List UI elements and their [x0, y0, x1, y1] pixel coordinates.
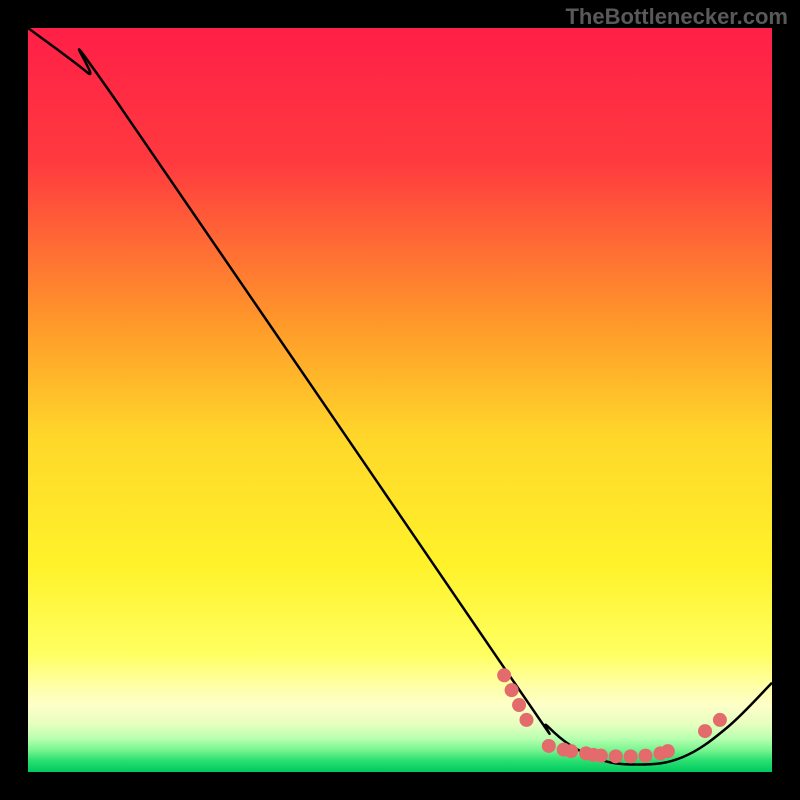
data-marker: [542, 739, 556, 753]
gradient-background: [28, 28, 772, 772]
plot-area: [28, 28, 772, 772]
data-marker: [713, 713, 727, 727]
data-marker: [505, 683, 519, 697]
data-marker: [609, 749, 623, 763]
data-marker: [698, 724, 712, 738]
data-marker: [594, 749, 608, 763]
data-marker: [512, 698, 526, 712]
chart-svg: [28, 28, 772, 772]
data-marker: [519, 713, 533, 727]
chart-container: TheBottlenecker.com: [0, 0, 800, 800]
data-marker: [639, 749, 653, 763]
data-marker: [564, 744, 578, 758]
data-marker: [497, 668, 511, 682]
data-marker: [661, 744, 675, 758]
data-marker: [624, 749, 638, 763]
watermark-text: TheBottlenecker.com: [565, 4, 788, 30]
